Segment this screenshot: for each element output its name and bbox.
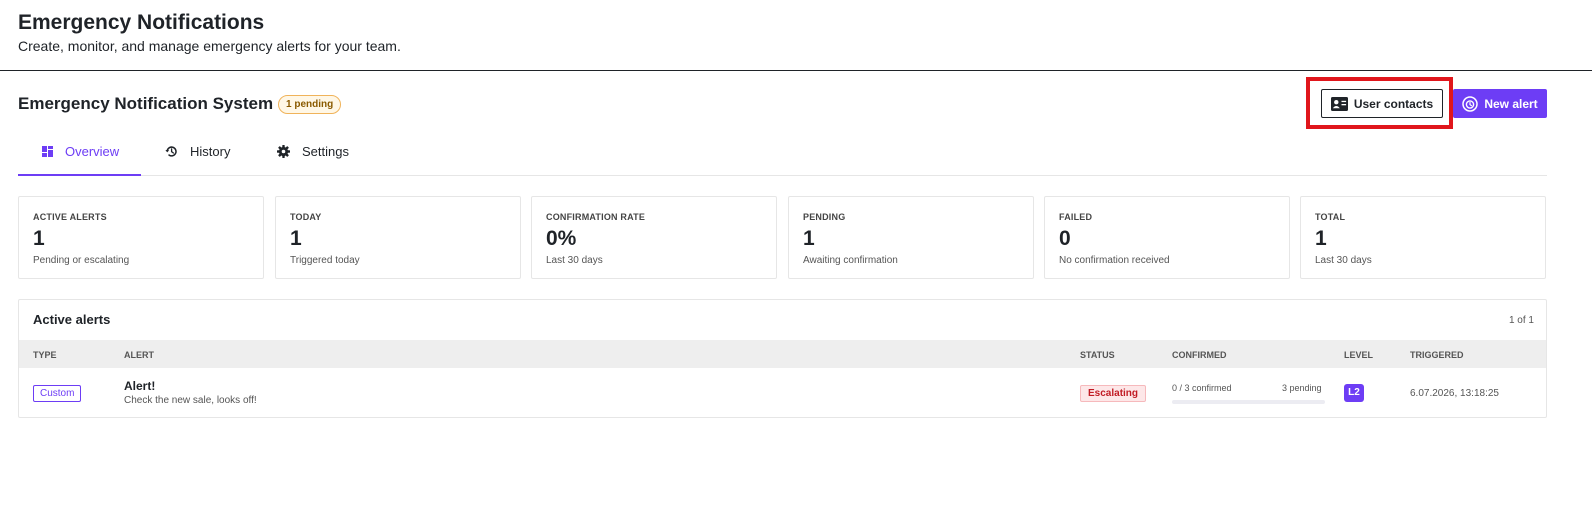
stat-caption: Awaiting confirmation: [803, 255, 898, 266]
alert-description: Check the new sale, looks off!: [124, 395, 257, 406]
stat-value: 0: [1059, 227, 1071, 250]
page-subtitle: Create, monitor, and manage emergency al…: [18, 38, 401, 54]
type-badge: Custom: [33, 385, 82, 402]
tab-settings[interactable]: Settings: [277, 128, 377, 175]
stat-label: TOTAL: [1315, 212, 1346, 222]
column-header-type: TYPE: [33, 350, 57, 360]
contact-card-icon: [1330, 96, 1348, 111]
stat-label: FAILED: [1059, 212, 1093, 222]
tab-settings-label: Settings: [302, 144, 349, 159]
stat-caption: No confirmation received: [1059, 255, 1170, 266]
stat-active-alerts: ACTIVE ALERTS 1 Pending or escalating: [18, 196, 264, 279]
stat-value: 0%: [546, 227, 577, 250]
column-header-status: STATUS: [1080, 350, 1115, 360]
stat-caption: Last 30 days: [546, 255, 603, 266]
system-title: Emergency Notification System: [18, 94, 274, 113]
status-badge: Escalating: [1080, 385, 1147, 402]
tab-history[interactable]: History: [165, 128, 255, 175]
page-header: Emergency Notifications Create, monitor,…: [0, 0, 1592, 71]
stat-pending: PENDING 1 Awaiting confirmation: [788, 196, 1034, 279]
stat-confirmation-rate: CONFIRMATION RATE 0% Last 30 days: [531, 196, 777, 279]
stat-today: TODAY 1 Triggered today: [275, 196, 521, 279]
stat-value: 1: [1315, 227, 1327, 250]
user-contacts-label: User contacts: [1353, 96, 1434, 111]
column-header-confirmed: CONFIRMED: [1172, 350, 1227, 360]
triggered-time: 6.07.2026, 13:18:25: [1410, 388, 1499, 399]
dashboard-icon: [42, 145, 53, 157]
active-alerts-count: 1 of 1: [1508, 315, 1534, 326]
gear-icon: [277, 145, 290, 158]
active-alerts-title: Active alerts: [33, 312, 111, 327]
alert-name: Alert!: [124, 379, 156, 393]
stat-failed: FAILED 0 No confirmation received: [1044, 196, 1290, 279]
table-header: TYPE ALERT STATUS CONFIRMED LEVEL TRIGGE…: [19, 340, 1546, 368]
table-row[interactable]: Custom Alert! Check the new sale, looks …: [19, 368, 1546, 417]
confirmation-progress-bar: [1172, 400, 1325, 404]
user-contacts-button[interactable]: User contacts: [1321, 89, 1443, 118]
stat-label: TODAY: [290, 212, 322, 222]
pending-badge: 1 pending: [278, 95, 342, 114]
tab-bar: Overview History Settings: [18, 128, 1547, 176]
tab-overview-label: Overview: [65, 143, 120, 159]
column-header-alert: ALERT: [124, 350, 154, 360]
stat-total: TOTAL 1 Last 30 days: [1300, 196, 1546, 279]
level-badge: L2: [1344, 384, 1364, 402]
alarm-icon: [1462, 95, 1479, 112]
confirmed-count: 0 / 3 confirmed: [1172, 383, 1232, 393]
tab-history-label: History: [190, 144, 231, 159]
new-alert-button[interactable]: New alert: [1453, 89, 1547, 118]
stat-label: PENDING: [803, 212, 846, 222]
active-alerts-card: Active alerts 1 of 1 TYPE ALERT STATUS C…: [18, 299, 1547, 418]
stat-caption: Last 30 days: [1315, 255, 1372, 266]
stat-value: 1: [803, 227, 815, 250]
page-title: Emergency Notifications: [18, 11, 265, 34]
stat-value: 1: [33, 227, 45, 250]
stat-label: CONFIRMATION RATE: [546, 212, 646, 222]
stat-caption: Triggered today: [290, 255, 360, 266]
stat-label: ACTIVE ALERTS: [33, 212, 107, 222]
tab-overview[interactable]: Overview: [18, 128, 141, 176]
new-alert-label: New alert: [1484, 96, 1538, 111]
pending-count: 3 pending: [1282, 383, 1322, 393]
stat-value: 1: [290, 227, 302, 250]
column-header-triggered: TRIGGERED: [1410, 350, 1464, 360]
history-icon: [165, 146, 177, 157]
stat-caption: Pending or escalating: [33, 255, 130, 266]
column-header-level: LEVEL: [1344, 350, 1374, 360]
